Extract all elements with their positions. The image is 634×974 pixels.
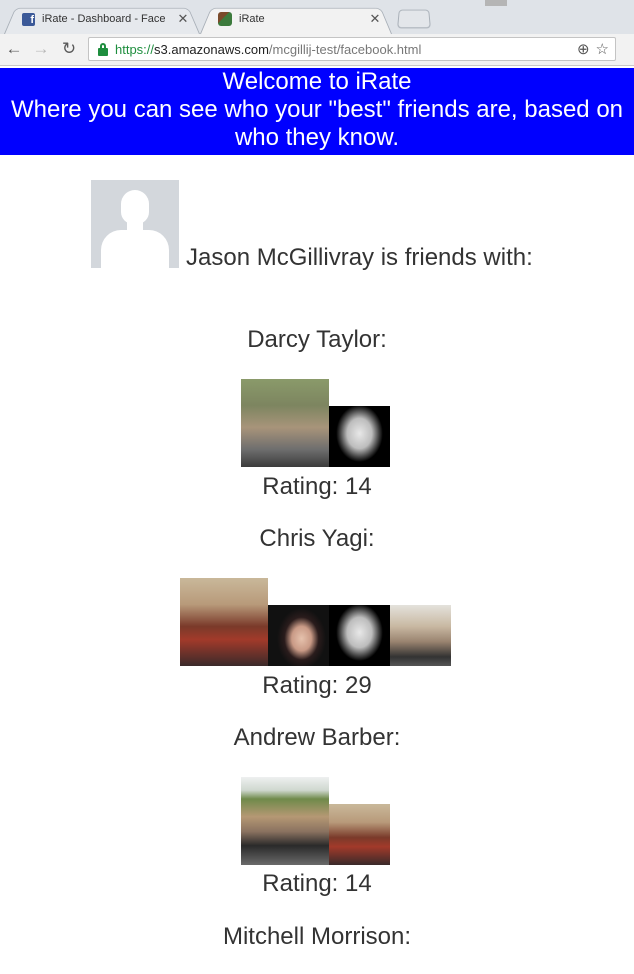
tab-irate[interactable]: iRate ✕ — [200, 4, 392, 35]
facebook-icon: f — [22, 12, 35, 26]
mutual-friend-photo[interactable] — [329, 406, 390, 467]
back-arrow-icon[interactable]: ← — [4, 39, 24, 59]
lock-icon — [97, 42, 109, 56]
banner-subtitle-line2: who they know. — [234, 124, 400, 151]
tab-label: iRate - Dashboard - Face — [42, 13, 166, 25]
browser-tab-strip: f iRate - Dashboard - Face ✕ iRate ✕ — [0, 0, 634, 35]
banner-title: Welcome to iRate — [222, 68, 412, 95]
profile-friends-heading: Jason McGillivray is friends with: — [186, 244, 533, 271]
friend-name: Darcy Taylor: — [247, 326, 387, 353]
url-text: https://s3.amazonaws.com/mcgillij-test/f… — [115, 41, 422, 57]
mutual-friends-thumbs — [180, 578, 451, 666]
profile-avatar — [91, 180, 179, 268]
friend-name: Chris Yagi: — [259, 525, 375, 552]
irate-favicon-icon — [218, 12, 232, 26]
close-tab-icon[interactable]: ✕ — [368, 11, 382, 27]
new-tab-button[interactable] — [397, 9, 431, 29]
close-tab-icon[interactable]: ✕ — [176, 11, 190, 27]
mutual-friend-photo[interactable] — [329, 804, 390, 865]
mutual-friend-photo[interactable] — [329, 605, 390, 666]
mutual-friend-photo[interactable] — [180, 578, 268, 666]
banner-subtitle-line1: Where you can see who your "best" friend… — [10, 96, 624, 123]
welcome-banner: Welcome to iRate Where you can see who y… — [0, 68, 634, 155]
zoom-icon[interactable]: ⊕ — [577, 40, 590, 58]
friend-rating: Rating: 14 — [262, 473, 372, 500]
forward-arrow-icon[interactable]: → — [31, 39, 51, 59]
mutual-friend-photo[interactable] — [268, 605, 329, 666]
friend-name: Mitchell Morrison: — [222, 923, 412, 950]
address-toolbar: ← → ↻ https://s3.amazonaws.com/mcgillij-… — [0, 34, 634, 66]
mutual-friends-thumbs — [241, 379, 390, 467]
mutual-friend-photo[interactable] — [390, 605, 451, 666]
mutual-friends-thumbs — [241, 777, 390, 865]
friend-rating: Rating: 14 — [262, 870, 372, 897]
bookmark-star-icon[interactable]: ☆ — [596, 40, 609, 58]
url-bar[interactable]: https://s3.amazonaws.com/mcgillij-test/f… — [88, 37, 616, 61]
friend-rating: Rating: 29 — [262, 672, 372, 699]
mutual-friend-photo[interactable] — [241, 777, 329, 865]
reload-icon[interactable]: ↻ — [59, 39, 79, 59]
tab-label: iRate — [239, 13, 265, 25]
mutual-friend-photo[interactable] — [241, 379, 329, 467]
tab-irate-dashboard[interactable]: f iRate - Dashboard - Face ✕ — [4, 4, 200, 35]
friend-name: Andrew Barber: — [233, 724, 401, 751]
minimize-button[interactable] — [485, 0, 507, 6]
